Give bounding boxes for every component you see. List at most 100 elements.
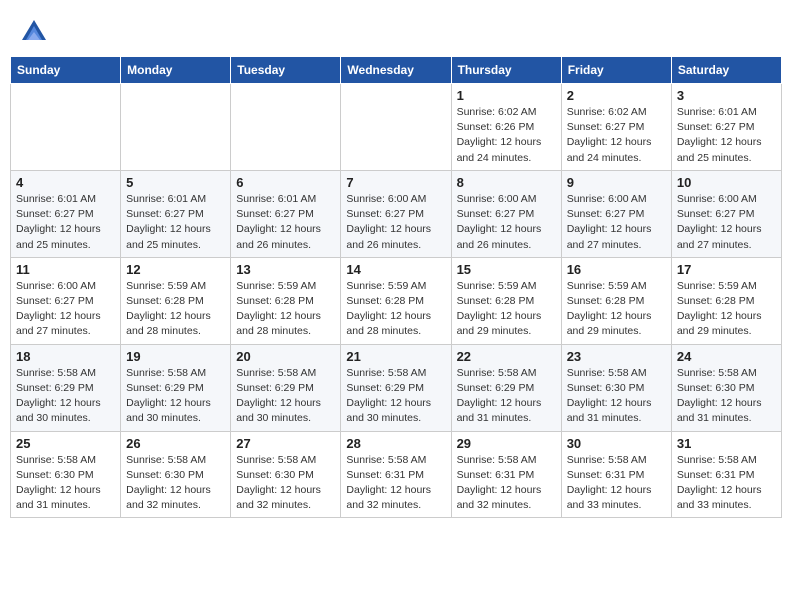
day-info: Sunrise: 5:58 AMSunset: 6:29 PMDaylight:… <box>16 366 115 427</box>
day-number: 2 <box>567 88 666 103</box>
day-info: Sunrise: 5:58 AMSunset: 6:30 PMDaylight:… <box>236 453 335 514</box>
calendar-week-5: 25 Sunrise: 5:58 AMSunset: 6:30 PMDayligh… <box>11 431 782 518</box>
day-info: Sunrise: 6:01 AMSunset: 6:27 PMDaylight:… <box>236 192 335 253</box>
calendar-day-19: 19 Sunrise: 5:58 AMSunset: 6:29 PMDayligh… <box>121 344 231 431</box>
day-info: Sunrise: 5:58 AMSunset: 6:31 PMDaylight:… <box>457 453 556 514</box>
day-header-friday: Friday <box>561 57 671 84</box>
day-info: Sunrise: 6:00 AMSunset: 6:27 PMDaylight:… <box>457 192 556 253</box>
calendar-week-2: 4 Sunrise: 6:01 AMSunset: 6:27 PMDaylight… <box>11 170 782 257</box>
day-number: 11 <box>16 262 115 277</box>
day-info: Sunrise: 5:58 AMSunset: 6:30 PMDaylight:… <box>677 366 776 427</box>
day-number: 4 <box>16 175 115 190</box>
day-info: Sunrise: 5:58 AMSunset: 6:30 PMDaylight:… <box>126 453 225 514</box>
calendar-day-12: 12 Sunrise: 5:59 AMSunset: 6:28 PMDayligh… <box>121 257 231 344</box>
calendar-day-13: 13 Sunrise: 5:59 AMSunset: 6:28 PMDayligh… <box>231 257 341 344</box>
day-number: 29 <box>457 436 556 451</box>
calendar-day-2: 2 Sunrise: 6:02 AMSunset: 6:27 PMDaylight… <box>561 84 671 171</box>
day-info: Sunrise: 5:59 AMSunset: 6:28 PMDaylight:… <box>346 279 445 340</box>
calendar-day-10: 10Sunrise: 6:00 AMSunset: 6:27 PMDayligh… <box>671 170 781 257</box>
calendar-day-16: 16 Sunrise: 5:59 AMSunset: 6:28 PMDayligh… <box>561 257 671 344</box>
day-number: 22 <box>457 349 556 364</box>
day-number: 24 <box>677 349 776 364</box>
calendar-day-26: 26 Sunrise: 5:58 AMSunset: 6:30 PMDayligh… <box>121 431 231 518</box>
day-number: 8 <box>457 175 556 190</box>
day-info: Sunrise: 6:00 AMSunset: 6:27 PMDaylight:… <box>16 279 115 340</box>
day-number: 14 <box>346 262 445 277</box>
day-header-saturday: Saturday <box>671 57 781 84</box>
calendar-table: SundayMondayTuesdayWednesdayThursdayFrid… <box>10 56 782 518</box>
day-number: 21 <box>346 349 445 364</box>
calendar-day-15: 15 Sunrise: 5:59 AMSunset: 6:28 PMDayligh… <box>451 257 561 344</box>
day-number: 7 <box>346 175 445 190</box>
day-number: 3 <box>677 88 776 103</box>
day-info: Sunrise: 5:58 AMSunset: 6:29 PMDaylight:… <box>346 366 445 427</box>
day-number: 28 <box>346 436 445 451</box>
day-info: Sunrise: 6:00 AMSunset: 6:27 PMDaylight:… <box>346 192 445 253</box>
day-number: 6 <box>236 175 335 190</box>
calendar-week-1: 1 Sunrise: 6:02 AMSunset: 6:26 PMDaylight… <box>11 84 782 171</box>
day-number: 27 <box>236 436 335 451</box>
day-info: Sunrise: 5:58 AMSunset: 6:29 PMDaylight:… <box>236 366 335 427</box>
day-number: 26 <box>126 436 225 451</box>
day-number: 5 <box>126 175 225 190</box>
day-info: Sunrise: 6:02 AMSunset: 6:26 PMDaylight:… <box>457 105 556 166</box>
day-number: 25 <box>16 436 115 451</box>
calendar-day-4: 4 Sunrise: 6:01 AMSunset: 6:27 PMDaylight… <box>11 170 121 257</box>
empty-cell <box>11 84 121 171</box>
page-header <box>10 10 782 50</box>
day-number: 17 <box>677 262 776 277</box>
day-number: 15 <box>457 262 556 277</box>
day-info: Sunrise: 5:59 AMSunset: 6:28 PMDaylight:… <box>677 279 776 340</box>
day-info: Sunrise: 5:58 AMSunset: 6:29 PMDaylight:… <box>457 366 556 427</box>
day-info: Sunrise: 6:01 AMSunset: 6:27 PMDaylight:… <box>126 192 225 253</box>
logo-icon <box>20 18 48 46</box>
empty-cell <box>341 84 451 171</box>
day-info: Sunrise: 5:59 AMSunset: 6:28 PMDaylight:… <box>126 279 225 340</box>
calendar-day-29: 29 Sunrise: 5:58 AMSunset: 6:31 PMDayligh… <box>451 431 561 518</box>
logo <box>20 18 50 46</box>
day-info: Sunrise: 5:59 AMSunset: 6:28 PMDaylight:… <box>457 279 556 340</box>
calendar-day-5: 5 Sunrise: 6:01 AMSunset: 6:27 PMDaylight… <box>121 170 231 257</box>
day-header-sunday: Sunday <box>11 57 121 84</box>
day-number: 16 <box>567 262 666 277</box>
day-number: 20 <box>236 349 335 364</box>
day-header-wednesday: Wednesday <box>341 57 451 84</box>
calendar-day-23: 23 Sunrise: 5:58 AMSunset: 6:30 PMDayligh… <box>561 344 671 431</box>
calendar-day-3: 3 Sunrise: 6:01 AMSunset: 6:27 PMDaylight… <box>671 84 781 171</box>
calendar-week-3: 11 Sunrise: 6:00 AMSunset: 6:27 PMDayligh… <box>11 257 782 344</box>
day-number: 1 <box>457 88 556 103</box>
day-number: 10 <box>677 175 776 190</box>
day-info: Sunrise: 5:58 AMSunset: 6:31 PMDaylight:… <box>346 453 445 514</box>
day-number: 9 <box>567 175 666 190</box>
day-info: Sunrise: 5:59 AMSunset: 6:28 PMDaylight:… <box>567 279 666 340</box>
calendar-day-8: 8 Sunrise: 6:00 AMSunset: 6:27 PMDaylight… <box>451 170 561 257</box>
day-info: Sunrise: 5:58 AMSunset: 6:29 PMDaylight:… <box>126 366 225 427</box>
day-info: Sunrise: 6:02 AMSunset: 6:27 PMDaylight:… <box>567 105 666 166</box>
day-info: Sunrise: 5:58 AMSunset: 6:31 PMDaylight:… <box>677 453 776 514</box>
calendar-day-20: 20 Sunrise: 5:58 AMSunset: 6:29 PMDayligh… <box>231 344 341 431</box>
day-number: 13 <box>236 262 335 277</box>
calendar-day-31: 31 Sunrise: 5:58 AMSunset: 6:31 PMDayligh… <box>671 431 781 518</box>
calendar-header-row: SundayMondayTuesdayWednesdayThursdayFrid… <box>11 57 782 84</box>
day-header-tuesday: Tuesday <box>231 57 341 84</box>
day-number: 23 <box>567 349 666 364</box>
calendar-day-28: 28 Sunrise: 5:58 AMSunset: 6:31 PMDayligh… <box>341 431 451 518</box>
day-info: Sunrise: 5:58 AMSunset: 6:30 PMDaylight:… <box>567 366 666 427</box>
day-info: Sunrise: 5:59 AMSunset: 6:28 PMDaylight:… <box>236 279 335 340</box>
day-number: 12 <box>126 262 225 277</box>
day-header-thursday: Thursday <box>451 57 561 84</box>
calendar-day-30: 30Sunrise: 5:58 AMSunset: 6:31 PMDayligh… <box>561 431 671 518</box>
calendar-day-9: 9Sunrise: 6:00 AMSunset: 6:27 PMDaylight… <box>561 170 671 257</box>
day-number: 18 <box>16 349 115 364</box>
day-number: 31 <box>677 436 776 451</box>
calendar-day-27: 27 Sunrise: 5:58 AMSunset: 6:30 PMDayligh… <box>231 431 341 518</box>
calendar-day-21: 21 Sunrise: 5:58 AMSunset: 6:29 PMDayligh… <box>341 344 451 431</box>
calendar-body: 1 Sunrise: 6:02 AMSunset: 6:26 PMDaylight… <box>11 84 782 518</box>
day-info: Sunrise: 6:01 AMSunset: 6:27 PMDaylight:… <box>677 105 776 166</box>
day-info: Sunrise: 6:01 AMSunset: 6:27 PMDaylight:… <box>16 192 115 253</box>
day-number: 19 <box>126 349 225 364</box>
empty-cell <box>121 84 231 171</box>
day-info: Sunrise: 5:58 AMSunset: 6:31 PMDaylight:… <box>567 453 666 514</box>
calendar-day-11: 11 Sunrise: 6:00 AMSunset: 6:27 PMDayligh… <box>11 257 121 344</box>
calendar-day-22: 22 Sunrise: 5:58 AMSunset: 6:29 PMDayligh… <box>451 344 561 431</box>
